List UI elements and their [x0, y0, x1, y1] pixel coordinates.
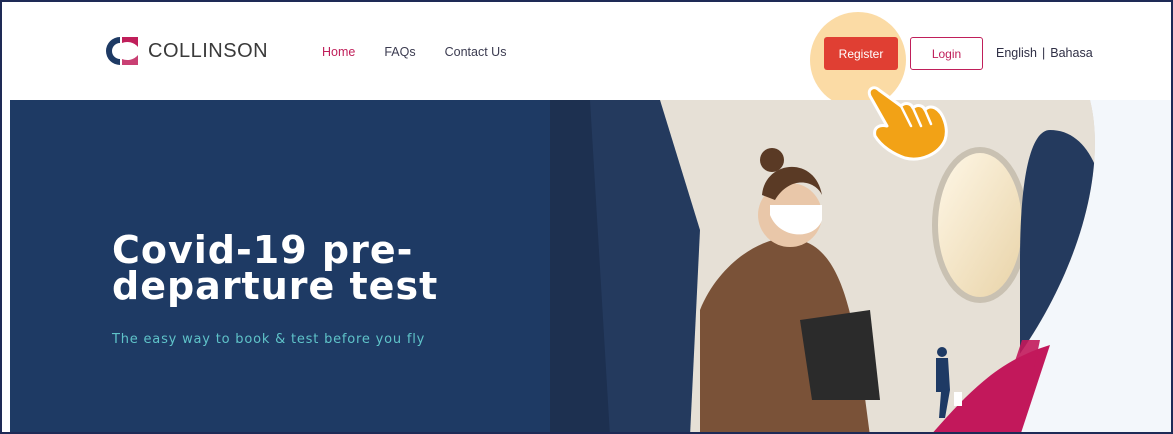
nav-home[interactable]: Home	[322, 45, 355, 59]
collinson-logo-icon	[106, 37, 138, 65]
nav-contact-us[interactable]: Contact Us	[445, 45, 507, 59]
nav-faqs[interactable]: FAQs	[384, 45, 415, 59]
language-switcher: English | Bahasa	[996, 46, 1093, 60]
hero-title: Covid-19 pre- departure test	[112, 231, 512, 305]
login-button[interactable]: Login	[910, 37, 983, 70]
pointing-hand-icon	[867, 86, 948, 161]
brand-name: COLLINSON	[148, 39, 269, 62]
hero-image	[550, 100, 1170, 432]
hero-subtitle: The easy way to book & test before you f…	[112, 332, 426, 347]
language-english[interactable]: English	[996, 46, 1037, 60]
site-header: COLLINSON Home FAQs Contact Us Register …	[2, 2, 1171, 108]
hero-title-line-2: departure test	[112, 264, 439, 308]
brand-logo[interactable]: COLLINSON	[100, 34, 268, 68]
register-button[interactable]: Register	[824, 37, 898, 70]
language-bahasa[interactable]: Bahasa	[1050, 46, 1092, 60]
browser-frame: COLLINSON Home FAQs Contact Us Register …	[0, 0, 1173, 434]
language-separator: |	[1042, 46, 1046, 60]
main-nav: Home FAQs Contact Us	[322, 45, 506, 59]
hero-banner: Covid-19 pre- departure test The easy wa…	[10, 100, 1171, 432]
